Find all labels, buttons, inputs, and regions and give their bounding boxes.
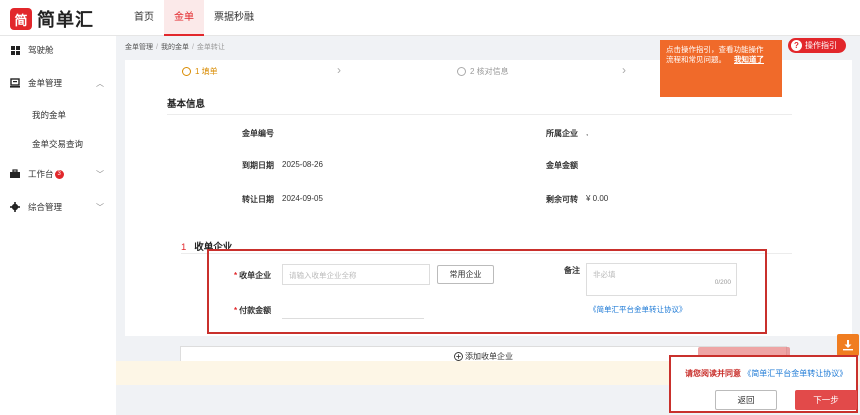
top-bar: 简 简单汇 首页 金单 票据秒融 <box>0 0 860 36</box>
common-company-button[interactable]: 常用企业 <box>437 265 494 284</box>
add-receiver-label: 添加收单企业 <box>465 351 513 361</box>
section-index: 1 <box>181 242 187 253</box>
label-remaining: 剩余可转 <box>546 195 578 204</box>
question-icon: ? <box>791 40 802 51</box>
sidebar-subitem-trade-query[interactable]: 金单交易查询 <box>32 138 83 150</box>
notification-badge: 3 <box>54 169 64 179</box>
chevron-up-icon: ︿ <box>96 78 104 88</box>
breadcrumb-item[interactable]: 金单管理 <box>125 44 153 51</box>
step-verify: 2 核对信息 <box>457 66 509 77</box>
plus-circle-icon <box>454 351 463 361</box>
agreement-link[interactable]: 《简单汇平台金单转让协议》 <box>743 369 847 378</box>
label-transfer-date: 转让日期 <box>242 195 274 204</box>
value-company: , <box>586 128 589 137</box>
logo[interactable]: 简 简单汇 <box>10 6 94 32</box>
step-fill: 1 填单 <box>182 66 218 77</box>
divider <box>167 114 792 115</box>
step-label: 2 核对信息 <box>470 67 509 76</box>
protocol-link[interactable]: 《简单汇平台金单转让协议》 <box>589 304 687 315</box>
sidebar-item-workbench[interactable]: 工作台 3 ﹀ <box>0 164 116 184</box>
label-due-date: 到期日期 <box>242 161 274 170</box>
label-receiver-company: * 收单企业 <box>234 271 272 280</box>
sidebar-item-jindan-manage[interactable]: 金单管理 ︿ <box>0 73 116 93</box>
tooltip-dismiss-link[interactable]: 我知道了 <box>734 55 764 64</box>
sidebar-item-dashboard[interactable]: 驾驶舱 <box>0 40 116 60</box>
step-label: 1 填单 <box>195 67 218 76</box>
nav-home[interactable]: 首页 <box>124 0 164 36</box>
finance-icon <box>10 78 20 88</box>
receiver-company-input[interactable]: 请输入收单企业全称 <box>282 264 430 285</box>
breadcrumb: 金单管理 / 我的金单 / 金单转让 <box>125 44 225 51</box>
section-title-basic-info: 基本信息 <box>167 99 206 110</box>
chevron-down-icon: ﹀ <box>96 169 104 179</box>
label-pay-amount: * 付款金额 <box>234 306 272 315</box>
label-amount: 金单金额 <box>546 161 578 170</box>
label-remark: 备注 <box>564 266 580 275</box>
chevron-right-icon: › <box>337 63 341 77</box>
dashboard-icon <box>10 45 20 55</box>
breadcrumb-current: 金单转让 <box>196 44 225 51</box>
guide-tooltip: 点击操作指引，查看功能操作 流程和常见问题。 我知道了 <box>660 40 782 97</box>
chevron-down-icon: ﹀ <box>96 202 104 212</box>
back-button[interactable]: 返回 <box>715 390 777 410</box>
sidebar-item-label: 工作台 <box>28 169 54 179</box>
workbench-icon <box>10 169 20 179</box>
remark-textarea[interactable]: 非必填 0/200 <box>586 263 737 296</box>
download-icon <box>843 340 853 351</box>
tooltip-line2: 流程和常见问题。 <box>666 55 726 64</box>
chevron-right-icon: › <box>622 63 626 77</box>
download-button[interactable] <box>837 334 859 356</box>
remark-counter: 0/200 <box>714 279 731 286</box>
logo-text: 简单汇 <box>37 10 94 30</box>
label-company: 所属企业 <box>546 129 578 138</box>
nav-bill-finance[interactable]: 票据秒融 <box>204 0 264 36</box>
value-remaining: ¥ 0.00 <box>586 194 609 203</box>
step-circle-icon <box>457 67 466 76</box>
sidebar: 驾驶舱 金单管理 ︿ 我的金单 金单交易查询 工作台 3 ﹀ 综合管理 ﹀ <box>0 36 116 415</box>
step-circle-icon <box>182 67 191 76</box>
logo-mark-icon: 简 <box>10 8 32 30</box>
breadcrumb-item[interactable]: 我的金单 <box>161 44 189 51</box>
agreement-prompt: 请您阅读并同意 <box>685 369 741 378</box>
guide-label: 操作指引 <box>805 41 837 50</box>
sidebar-item-label: 综合管理 <box>28 202 63 212</box>
sidebar-subitem-my-jindan[interactable]: 我的金单 <box>32 109 66 121</box>
next-step-button[interactable]: 下一步 <box>795 390 857 410</box>
sidebar-item-label: 金单管理 <box>28 78 63 88</box>
agreement-action-box: 请您阅读并同意 《简单汇平台金单转让协议》 返回 下一步 <box>669 355 858 413</box>
gear-icon <box>10 202 20 212</box>
nav-jindan[interactable]: 金单 <box>164 0 204 36</box>
remark-placeholder: 非必填 <box>593 270 616 279</box>
sidebar-item-label: 驾驶舱 <box>28 45 54 55</box>
value-due-date: 2025-08-26 <box>282 160 323 169</box>
operation-guide-button[interactable]: ? 操作指引 <box>788 38 846 53</box>
value-transfer-date: 2024-09-05 <box>282 194 323 203</box>
agreement-text: 请您阅读并同意 《简单汇平台金单转让协议》 <box>685 368 847 379</box>
label-jindan-no: 金单编号 <box>242 129 274 138</box>
sidebar-item-general-manage[interactable]: 综合管理 ﹀ <box>0 197 116 217</box>
pay-amount-input[interactable] <box>282 318 424 319</box>
tooltip-line1: 点击操作指引，查看功能操作 <box>666 45 764 54</box>
top-nav: 首页 金单 票据秒融 <box>124 0 264 36</box>
